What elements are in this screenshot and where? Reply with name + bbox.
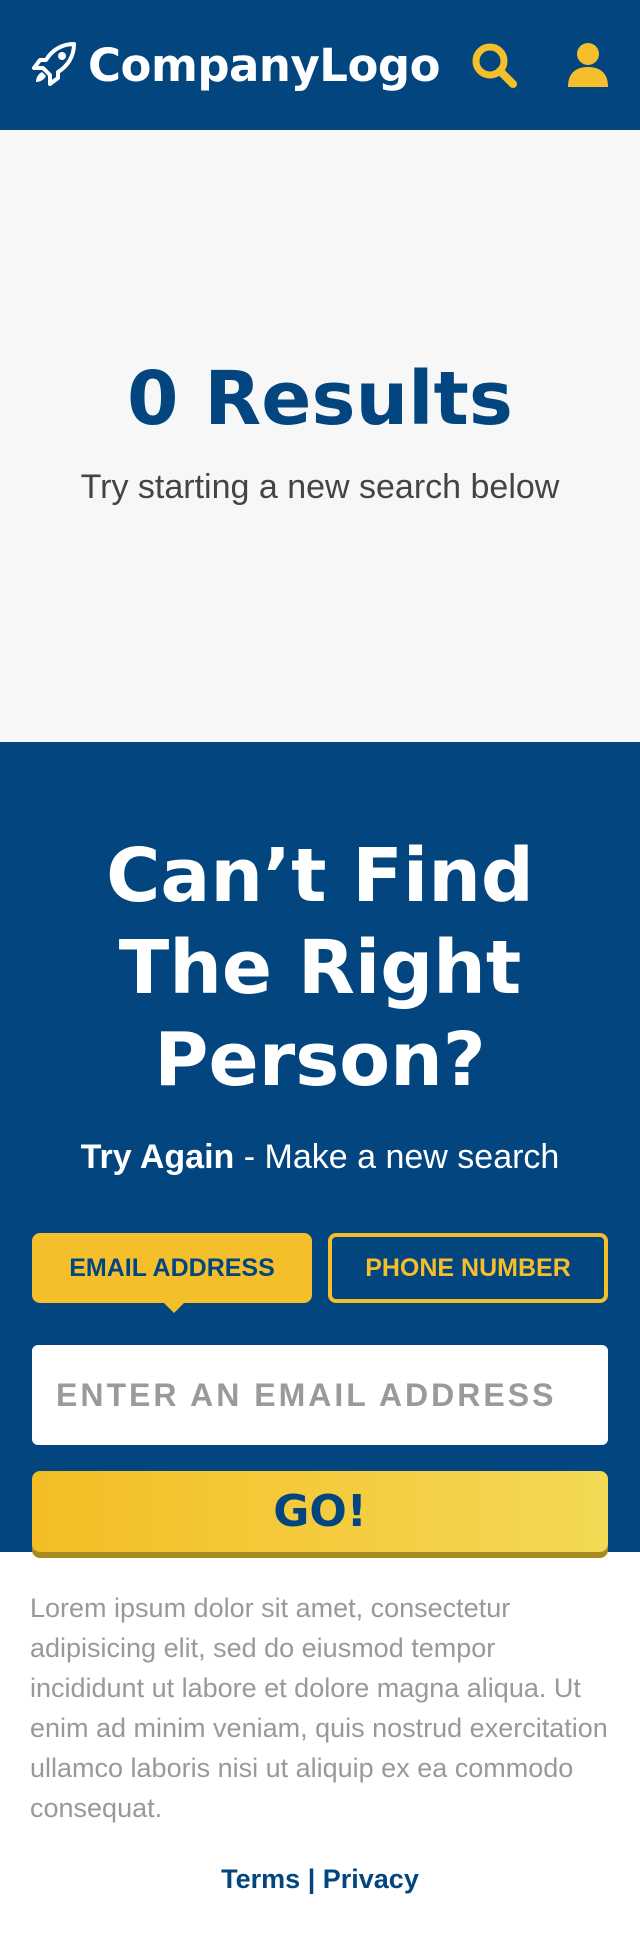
- user-icon[interactable]: [566, 41, 610, 89]
- site-header: CompanyLogo: [0, 0, 640, 130]
- footer-text: Lorem ipsum dolor sit amet, consectetur …: [30, 1593, 608, 1823]
- search-subtitle: Try Again - Make a new search: [81, 1138, 560, 1177]
- search-subtitle-bold: Try Again: [80, 1138, 235, 1176]
- footer: Lorem ipsum dolor sit amet, consectetur …: [0, 1552, 640, 1895]
- logo-text: CompanyLogo: [88, 38, 441, 92]
- company-logo[interactable]: CompanyLogo: [30, 38, 441, 93]
- terms-link[interactable]: Terms: [221, 1864, 300, 1894]
- rocket-icon: [30, 38, 80, 93]
- search-title: Can’t Find The Right Person?: [106, 833, 534, 1103]
- email-input-wrapper: [32, 1345, 608, 1445]
- go-button[interactable]: GO!: [32, 1471, 608, 1552]
- results-panel: 0 Results Try starting a new search belo…: [0, 130, 640, 742]
- tab-email-address[interactable]: EMAIL ADDRESS: [32, 1233, 312, 1313]
- search-icon[interactable]: [470, 41, 518, 89]
- footer-links: Terms | Privacy: [30, 1864, 610, 1895]
- results-subtitle: Try starting a new search below: [80, 467, 560, 506]
- tab-phone-number[interactable]: PHONE NUMBER: [328, 1233, 608, 1303]
- results-title: 0 Results: [127, 355, 513, 442]
- search-subtitle-rest: - Make a new search: [234, 1138, 560, 1176]
- privacy-link[interactable]: Privacy: [323, 1864, 419, 1894]
- email-field[interactable]: [32, 1345, 608, 1445]
- new-search-section: Can’t Find The Right Person? Try Again -…: [0, 742, 640, 1552]
- header-actions: [470, 41, 610, 89]
- footer-link-separator: |: [300, 1864, 323, 1894]
- search-type-tabs: EMAIL ADDRESS PHONE NUMBER: [32, 1233, 608, 1313]
